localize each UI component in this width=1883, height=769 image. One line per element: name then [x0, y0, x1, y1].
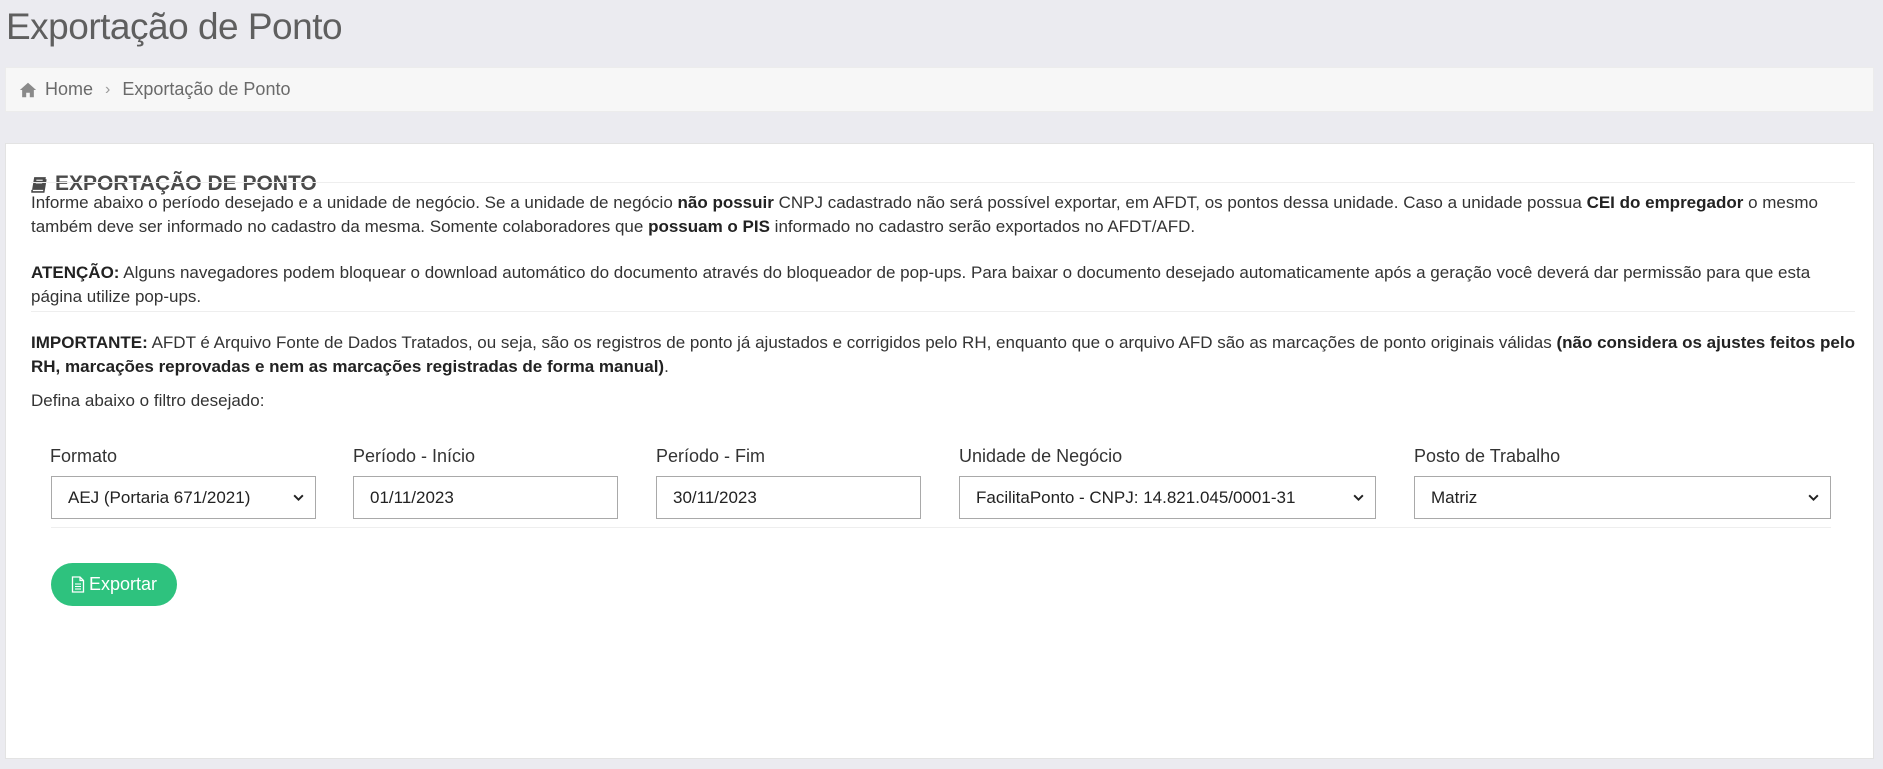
- filter-prompt: Defina abaixo o filtro desejado:: [31, 391, 265, 410]
- chevron-down-icon: [293, 494, 304, 502]
- formato-select[interactable]: AEJ (Portaria 671/2021): [51, 476, 316, 519]
- fim-date-input[interactable]: 30/11/2023: [656, 476, 921, 519]
- fim-label: Período - Fim: [656, 446, 766, 466]
- intro-text-1: Informe abaixo o período desejado e a un…: [31, 193, 678, 212]
- chevron-down-icon: [1808, 494, 1819, 502]
- posto-select[interactable]: Matriz: [1414, 476, 1831, 519]
- breadcrumb-current: Exportação de Ponto: [122, 79, 291, 99]
- breadcrumb-home-link[interactable]: Home: [45, 79, 93, 100]
- unidade-select[interactable]: FacilitaPonto - CNPJ: 14.821.045/0001-31: [959, 476, 1376, 519]
- export-button-label: Exportar: [88, 574, 158, 594]
- intro-text-4: informado no cadastro serão exportados n…: [769, 216, 1196, 236]
- intro-bold-3: possuam o PIS: [648, 216, 770, 236]
- formato-label: Formato: [50, 446, 118, 466]
- divider: [31, 311, 1855, 312]
- posto-value: Matriz: [1431, 487, 1478, 507]
- export-button[interactable]: Exportar: [51, 563, 177, 606]
- important-label: IMPORTANTE:: [31, 333, 148, 352]
- book-icon: [31, 176, 47, 193]
- divider: [31, 182, 1855, 183]
- important-paragraph: IMPORTANTE: AFDT é Arquivo Fonte de Dado…: [31, 331, 1861, 378]
- inicio-label: Período - Início: [353, 446, 476, 466]
- home-icon: [19, 82, 37, 97]
- intro-bold-1: não possuir: [677, 193, 774, 212]
- unidade-label: Unidade de Negócio: [959, 446, 1123, 466]
- divider: [51, 527, 1831, 528]
- attention-paragraph: ATENÇÃO: Alguns navegadores podem bloque…: [31, 261, 1861, 308]
- important-end: .: [664, 356, 669, 376]
- chevron-down-icon: [1353, 494, 1364, 502]
- intro-paragraph: Informe abaixo o período desejado e a un…: [31, 191, 1861, 238]
- export-panel: EXPORTAÇÃO DE PONTO Informe abaixo o per…: [5, 143, 1874, 759]
- fim-value: 30/11/2023: [673, 487, 757, 507]
- breadcrumb-separator-icon: ›: [105, 80, 111, 98]
- formato-value: AEJ (Portaria 671/2021): [68, 487, 251, 507]
- page-title: Exportação de Ponto: [6, 6, 343, 47]
- intro-bold-2: CEI do empregador: [1586, 193, 1744, 212]
- intro-text-2: CNPJ cadastrado não será possível export…: [773, 193, 1587, 212]
- inicio-date-input[interactable]: 01/11/2023: [353, 476, 618, 519]
- posto-label: Posto de Trabalho: [1414, 446, 1561, 466]
- inicio-value: 01/11/2023: [370, 487, 454, 507]
- attention-text: Alguns navegadores podem bloquear o down…: [31, 263, 1811, 306]
- file-icon: [71, 576, 85, 593]
- breadcrumb: Home › Exportação de Ponto: [5, 67, 1874, 112]
- attention-label: ATENÇÃO:: [31, 263, 120, 282]
- important-text: AFDT é Arquivo Fonte de Dados Tratados, …: [147, 333, 1557, 352]
- unidade-value: FacilitaPonto - CNPJ: 14.821.045/0001-31: [976, 487, 1296, 507]
